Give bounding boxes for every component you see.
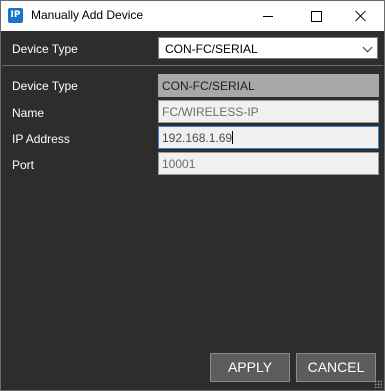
chevron-down-icon [362, 42, 373, 53]
device-type-field: CON-FC/SERIAL [158, 74, 379, 97]
minimize-icon [263, 15, 273, 17]
device-type-dropdown-value: CON-FC/SERIAL [165, 42, 258, 56]
name-field[interactable]: FC/WIRELESS-IP [158, 100, 379, 123]
text-caret [232, 131, 234, 144]
device-type-dropdown[interactable]: CON-FC/SERIAL [158, 37, 378, 59]
app-logo-icon: IP [8, 8, 23, 23]
close-button[interactable] [338, 1, 384, 31]
port-label: Port [12, 158, 35, 172]
name-label: Name [12, 106, 45, 120]
apply-button[interactable]: APPLY [210, 353, 290, 382]
ip-address-value: 192.168.1.69 [162, 131, 233, 145]
port-field[interactable]: 10001 [158, 152, 379, 175]
manually-add-device-dialog: IP Manually Add Device Device Type CON-F… [0, 0, 385, 391]
ip-address-label: IP Address [12, 132, 70, 146]
device-type-label: Device Type [12, 79, 78, 93]
window-title: Manually Add Device [31, 8, 144, 22]
close-icon [355, 10, 367, 22]
title-bar[interactable]: IP Manually Add Device [1, 1, 384, 31]
minimize-button[interactable] [245, 1, 291, 31]
maximize-icon [310, 10, 322, 22]
ip-address-field[interactable]: 192.168.1.69 [158, 126, 379, 149]
divider [2, 65, 383, 66]
maximize-button[interactable] [293, 1, 339, 31]
cancel-button[interactable]: CANCEL [296, 353, 376, 382]
device-type-select-label: Device Type [12, 42, 78, 56]
resize-grip-icon[interactable] [374, 380, 382, 388]
